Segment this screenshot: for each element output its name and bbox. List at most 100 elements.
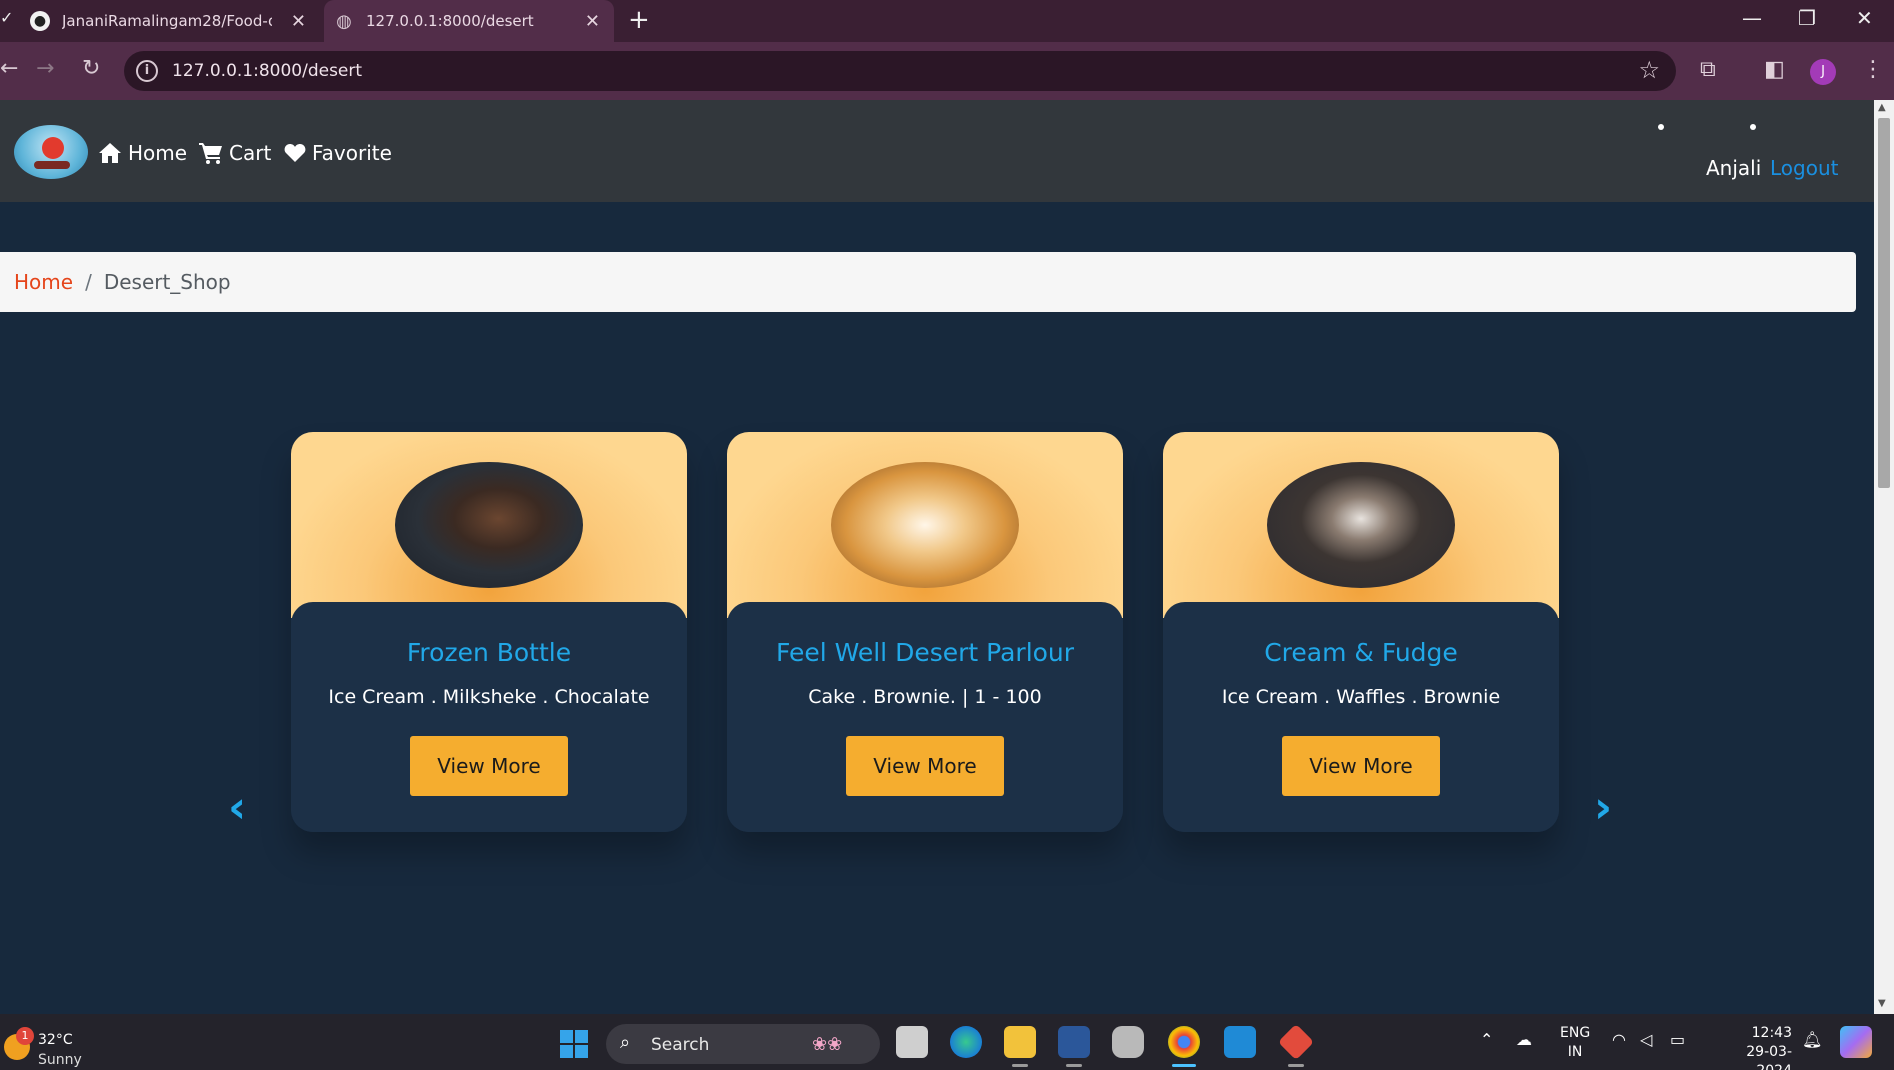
windows-start-icon[interactable] (560, 1030, 588, 1058)
new-tab-icon[interactable]: + (628, 5, 650, 35)
breadcrumb-current: Desert_Shop (103, 270, 231, 294)
running-indicator (1012, 1064, 1028, 1067)
minimize-icon[interactable]: — (1742, 6, 1762, 30)
window-close-icon[interactable]: ✕ (1856, 6, 1873, 30)
back-icon[interactable]: ← (0, 56, 18, 81)
close-tab-icon[interactable]: ✕ (585, 11, 600, 32)
restore-icon[interactable]: ❐ (1798, 6, 1816, 30)
shop-categories: Ice Cream . Waffles . Brownie (1221, 686, 1501, 708)
search-label: Search (651, 1035, 710, 1055)
close-tab-icon[interactable]: ✕ (291, 11, 306, 32)
card-body: Cream & Fudge Ice Cream . Waffles . Brow… (1163, 602, 1559, 832)
chrome-icon[interactable] (1168, 1026, 1200, 1058)
clock-time: 12:43 (1751, 1025, 1792, 1041)
carousel-prev-icon[interactable]: ‹ (228, 782, 246, 833)
breadcrumb-separator: / (85, 270, 92, 294)
system-clock[interactable]: 12:43 29-03-2024 (1712, 1024, 1792, 1070)
view-more-button[interactable]: View More (410, 736, 568, 796)
nav-favorite-label: Favorite (312, 141, 392, 165)
database-icon[interactable] (1112, 1026, 1144, 1058)
page-scrollbar[interactable]: ▲ ▼ (1874, 100, 1894, 1014)
cherry-blossom-icon: ❀❀ (812, 1034, 843, 1055)
file-explorer-icon[interactable] (1004, 1026, 1036, 1058)
edge-icon[interactable] (950, 1026, 982, 1058)
side-panel-icon[interactable]: ◧ (1764, 57, 1785, 82)
running-indicator (1288, 1064, 1304, 1067)
address-bar[interactable]: i 127.0.0.1:8000/desert ☆ (124, 51, 1676, 91)
nav-favorite-link[interactable]: Favorite (284, 141, 392, 165)
git-icon[interactable] (1277, 1023, 1315, 1061)
cart-icon (199, 143, 222, 164)
language-code: ENG (1560, 1025, 1591, 1041)
url-text[interactable]: 127.0.0.1:8000/desert (172, 61, 362, 81)
running-indicator (1066, 1064, 1082, 1067)
battery-icon[interactable]: ▭ (1670, 1030, 1685, 1049)
site-info-icon[interactable]: i (136, 60, 158, 82)
site-logo[interactable] (14, 125, 88, 179)
nav-home-link[interactable]: Home (98, 141, 187, 165)
shop-card: Feel Well Desert Parlour Cake . Brownie.… (727, 432, 1123, 832)
wifi-icon[interactable]: ◠ (1612, 1030, 1626, 1049)
browser-tab-github[interactable]: ● JananiRamalingam28/Food-ord ✕ (30, 0, 320, 42)
onedrive-icon[interactable]: ☁ (1516, 1030, 1532, 1049)
extensions-icon[interactable]: ⧉ (1700, 57, 1716, 82)
vscode-icon[interactable] (1224, 1026, 1256, 1058)
scroll-down-icon[interactable]: ▼ (1878, 998, 1886, 1009)
browser-tab-desert[interactable]: ◍ 127.0.0.1:8000/desert ✕ (324, 0, 614, 42)
reload-icon[interactable]: ↻ (82, 56, 100, 81)
shop-name: Frozen Bottle (406, 638, 572, 667)
delivery-rider-icon (42, 137, 64, 159)
forward-icon[interactable]: → (36, 56, 54, 81)
heart-icon (284, 144, 306, 162)
active-indicator (1172, 1064, 1196, 1067)
scroll-up-icon[interactable]: ▲ (1878, 102, 1886, 113)
nav-cart-label: Cart (229, 141, 272, 165)
weather-temp: 32°C (38, 1032, 73, 1048)
card-body: Frozen Bottle Ice Cream . Milksheke . Ch… (291, 602, 687, 832)
word-icon[interactable] (1058, 1026, 1090, 1058)
shop-card: Frozen Bottle Ice Cream . Milksheke . Ch… (291, 432, 687, 832)
notification-bell-icon[interactable]: 🔔︎ (1802, 1030, 1822, 1049)
shop-card: Cream & Fudge Ice Cream . Waffles . Brow… (1163, 432, 1559, 832)
shop-categories: Ice Cream . Milksheke . Chocalate (328, 686, 650, 708)
carousel-next-icon[interactable]: › (1594, 782, 1612, 833)
menu-icon[interactable]: ⋮ (1862, 57, 1884, 82)
home-icon (99, 143, 121, 163)
taskbar: 1 32°C Sunny ⌕ Search ❀❀ ⌃ ☁ ENG IN ◠ ◁ … (0, 1014, 1894, 1070)
tab-title: 127.0.0.1:8000/desert (366, 12, 534, 30)
tab-search-chevron-icon[interactable]: ✓ (0, 8, 13, 27)
copilot-icon[interactable] (1840, 1026, 1872, 1058)
nav-list-bullet (1750, 124, 1756, 130)
shop-image (395, 462, 583, 588)
scrollbar-thumb[interactable] (1878, 118, 1890, 488)
nav-cart-link[interactable]: Cart (199, 141, 271, 165)
breadcrumb-home-link[interactable]: Home (14, 270, 73, 294)
logout-link[interactable]: Logout (1770, 156, 1838, 180)
weather-widget[interactable]: 1 32°C Sunny (4, 1024, 94, 1068)
github-icon: ● (30, 11, 50, 31)
language-indicator[interactable]: ENG IN (1560, 1024, 1590, 1062)
taskbar-search[interactable]: ⌕ Search ❀❀ (606, 1024, 880, 1064)
notification-badge: 1 (16, 1027, 34, 1045)
region-code: IN (1567, 1044, 1583, 1060)
shop-name: Cream & Fudge (1264, 638, 1458, 667)
profile-avatar[interactable]: J (1810, 59, 1836, 85)
shop-categories: Cake . Brownie. | 1 - 100 (808, 686, 1042, 708)
clock-date: 29-03-2024 (1746, 1044, 1792, 1070)
breadcrumb: Home / Desert_Shop (0, 252, 1856, 312)
globe-icon: ◍ (336, 10, 352, 32)
scooter-icon (34, 161, 70, 169)
task-view-icon[interactable] (896, 1026, 928, 1058)
view-more-button[interactable]: View More (846, 736, 1004, 796)
shop-image (1267, 462, 1455, 588)
bookmark-star-icon[interactable]: ☆ (1638, 56, 1660, 84)
nav-list-bullet (1658, 124, 1664, 130)
site-navbar: Home Cart Favorite Anjali Logout (0, 100, 1874, 202)
nav-home-label: Home (128, 141, 188, 165)
view-more-button[interactable]: View More (1282, 736, 1440, 796)
search-icon: ⌕ (620, 1032, 631, 1053)
page-viewport: Home Cart Favorite Anjali Logout Home / … (0, 100, 1874, 1014)
volume-icon[interactable]: ◁ (1640, 1030, 1652, 1049)
weather-condition: Sunny (38, 1052, 82, 1068)
show-hidden-icons-icon[interactable]: ⌃ (1480, 1030, 1493, 1049)
